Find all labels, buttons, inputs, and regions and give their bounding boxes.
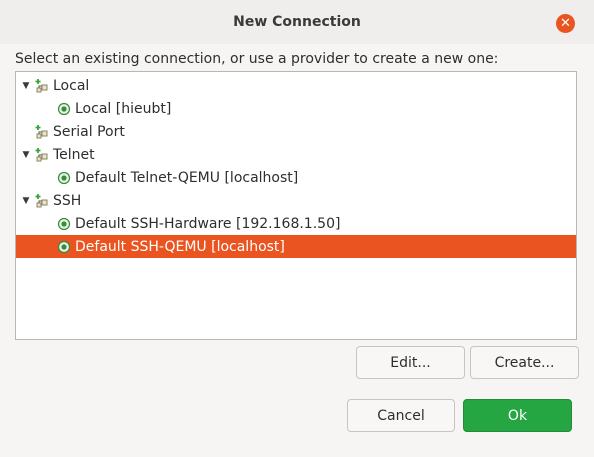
tree-item-default-ssh-hardware[interactable]: Default SSH-Hardware [192.168.1.50] xyxy=(16,212,576,235)
window-title: New Connection xyxy=(233,14,361,30)
close-button[interactable]: ✕ xyxy=(556,14,575,33)
tree-item-label: Local xyxy=(53,77,90,94)
tree-item-label: SSH xyxy=(53,192,82,209)
tree-item-serial-port[interactable]: Serial Port xyxy=(16,120,576,143)
connection-icon xyxy=(57,171,71,184)
tree-item-telnet[interactable]: ▼ Telnet xyxy=(16,143,576,166)
tree-item-default-telnet-qemu[interactable]: Default Telnet-QEMU [localhost] xyxy=(16,166,576,189)
tree-item-label: Default SSH-QEMU [localhost] xyxy=(75,238,285,255)
provider-icon xyxy=(35,124,48,138)
tree-item-ssh[interactable]: ▼ SSH xyxy=(16,189,576,212)
tree-item-label: Default SSH-Hardware [192.168.1.50] xyxy=(75,215,341,232)
tree-item-label: Telnet xyxy=(53,146,95,163)
tree-item-label: Local [hieubt] xyxy=(75,100,172,117)
provider-icon xyxy=(35,78,48,92)
chevron-down-icon[interactable]: ▼ xyxy=(21,150,31,160)
tree-item-local[interactable]: ▼ Local xyxy=(16,74,576,97)
titlebar: New Connection ✕ xyxy=(0,0,594,44)
tree-item-default-ssh-qemu[interactable]: Default SSH-QEMU [localhost] xyxy=(16,235,576,258)
chevron-down-icon[interactable]: ▼ xyxy=(21,196,31,206)
prompt-text: Select an existing connection, or use a … xyxy=(15,51,499,67)
close-icon: ✕ xyxy=(560,16,571,31)
ok-button[interactable]: Ok xyxy=(463,399,572,432)
create-button[interactable]: Create... xyxy=(470,346,579,379)
tree-item-local-hieubt[interactable]: Local [hieubt] xyxy=(16,97,576,120)
connection-icon xyxy=(57,102,71,115)
tree-item-label: Default Telnet-QEMU [localhost] xyxy=(75,169,299,186)
connection-icon xyxy=(57,240,71,253)
connection-icon xyxy=(57,217,71,230)
provider-icon xyxy=(35,147,48,161)
edit-button[interactable]: Edit... xyxy=(356,346,465,379)
provider-icon xyxy=(35,193,48,207)
cancel-button[interactable]: Cancel xyxy=(347,399,455,432)
connection-tree[interactable]: ▼ Local Local [hieubt] Serial Port ▼ Tel… xyxy=(15,71,577,340)
tree-item-label: Serial Port xyxy=(53,123,125,140)
chevron-down-icon[interactable]: ▼ xyxy=(21,81,31,91)
